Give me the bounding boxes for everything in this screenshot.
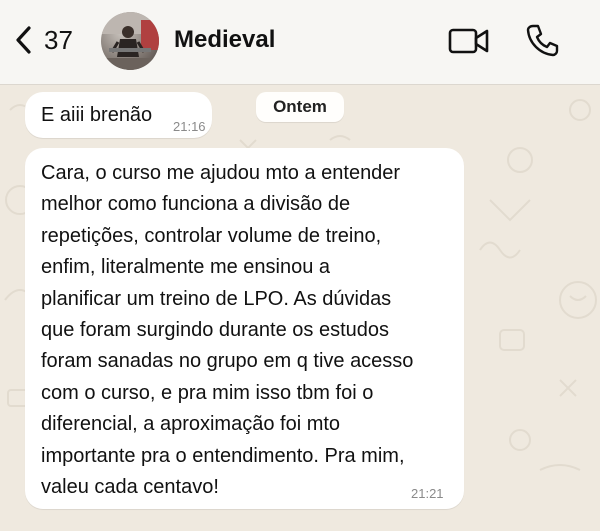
message-line: diferencial, a aproximação foi mto bbox=[41, 413, 341, 436]
message-line: valeu cada centavo! bbox=[41, 476, 219, 499]
message-line: que foram surgindo durante os estudos bbox=[41, 319, 389, 342]
avatar[interactable] bbox=[101, 12, 159, 70]
message-bubble[interactable]: E aiii brenão 21:16 bbox=[25, 92, 212, 138]
message-text: E aiii brenão bbox=[41, 104, 153, 126]
unread-count: 37 bbox=[44, 24, 73, 55]
video-camera-icon bbox=[448, 28, 489, 54]
message-line: melhor como funciona a divisão de bbox=[41, 193, 351, 216]
date-separator: Ontem bbox=[256, 92, 344, 122]
message-line: importante pra o entendimento. Pra mim, bbox=[41, 444, 405, 467]
message-text: Cara, o curso me ajudou mto a entender m… bbox=[41, 158, 455, 503]
video-call-button[interactable] bbox=[448, 26, 490, 56]
message-line: Cara, o curso me ajudou mto a entender bbox=[41, 162, 401, 184]
avatar-photo bbox=[101, 12, 159, 70]
message-line: enfim, literalmente me ensinou a bbox=[41, 256, 331, 279]
contact-name[interactable]: Medieval bbox=[174, 26, 275, 54]
message-timestamp: 21:21 bbox=[411, 486, 444, 501]
message-timestamp: 21:16 bbox=[173, 119, 206, 134]
message-line: repetições, controlar volume de treino, bbox=[41, 224, 382, 247]
message-line: planificar um treino de LPO. As dúvidas bbox=[41, 287, 392, 310]
message-bubble[interactable]: Cara, o curso me ajudou mto a entender m… bbox=[25, 148, 464, 509]
phone-icon bbox=[526, 24, 559, 57]
chevron-left-icon bbox=[16, 26, 31, 54]
chat-header: 37 Medieval bbox=[0, 0, 600, 85]
back-button[interactable]: 37 bbox=[14, 22, 84, 58]
voice-call-button[interactable] bbox=[524, 22, 560, 58]
message-line: com o curso, e pra mim isso tbm foi o bbox=[41, 381, 374, 404]
message-line: foram sanadas no grupo em q tive acesso bbox=[41, 350, 414, 373]
